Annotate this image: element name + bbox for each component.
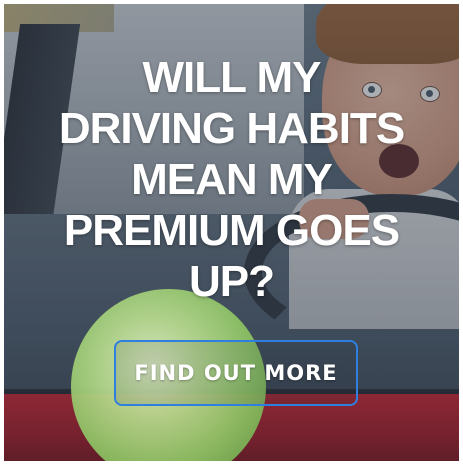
headline-line-2: DRIVING HABITS (58, 104, 405, 153)
headline-line-3: MEAN MY (131, 155, 333, 204)
headline: WILL MY DRIVING HABITS MEAN MY PREMIUM G… (4, 52, 459, 307)
headline-line-5: UP? (189, 257, 275, 306)
find-out-more-button[interactable]: FIND OUT MORE (114, 340, 358, 406)
headline-line-4: PREMIUM GOES (63, 206, 400, 255)
headline-line-1: WILL MY (142, 53, 322, 102)
ad-banner[interactable]: WILL MY DRIVING HABITS MEAN MY PREMIUM G… (4, 4, 459, 461)
